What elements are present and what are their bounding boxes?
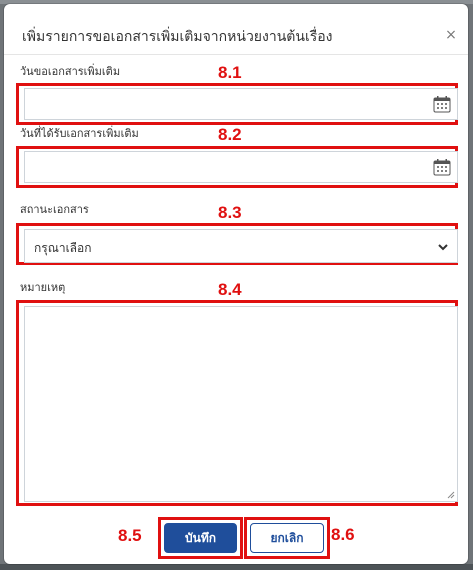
step-marker-8-3: 8.3: [218, 203, 242, 222]
step-marker-8-5: 8.5: [118, 526, 142, 545]
step-marker-8-1: 8.1: [218, 63, 242, 82]
step-marker-8-6: 8.6: [331, 525, 355, 544]
calendar-icon[interactable]: [433, 158, 451, 176]
note-label: หมายเหตุ: [20, 281, 66, 294]
request-date-label: วันขอเอกสารเพิ่มเติม: [20, 65, 121, 78]
resize-grip-icon[interactable]: [447, 491, 455, 499]
step-marker-8-4: 8.4: [218, 280, 242, 299]
close-icon[interactable]: ×: [444, 28, 458, 42]
step-marker-8-2: 8.2: [218, 125, 242, 144]
add-document-request-modal: เพิ่มรายการขอเอกสารเพิ่มเติมจากหน่วยงานต…: [4, 4, 468, 564]
status-label: สถานะเอกสาร: [20, 203, 89, 216]
modal-title: เพิ่มรายการขอเอกสารเพิ่มเติมจากหน่วยงานต…: [22, 29, 333, 45]
cancel-button[interactable]: ยกเลิก: [250, 523, 324, 553]
request-date-input[interactable]: [24, 88, 458, 120]
page-backdrop-bottom: [0, 564, 473, 570]
chevron-down-icon: [438, 244, 448, 251]
status-select-value: กรุณาเลือก: [34, 241, 92, 255]
receive-date-input[interactable]: [24, 151, 458, 183]
note-textarea[interactable]: [24, 306, 458, 502]
save-button[interactable]: บันทึก: [164, 523, 237, 553]
status-select[interactable]: กรุณาเลือก: [24, 229, 458, 263]
receive-date-label: วันที่ได้รับเอกสารเพิ่มเติม: [20, 127, 139, 140]
calendar-icon[interactable]: [433, 95, 451, 113]
title-divider: [4, 54, 468, 55]
